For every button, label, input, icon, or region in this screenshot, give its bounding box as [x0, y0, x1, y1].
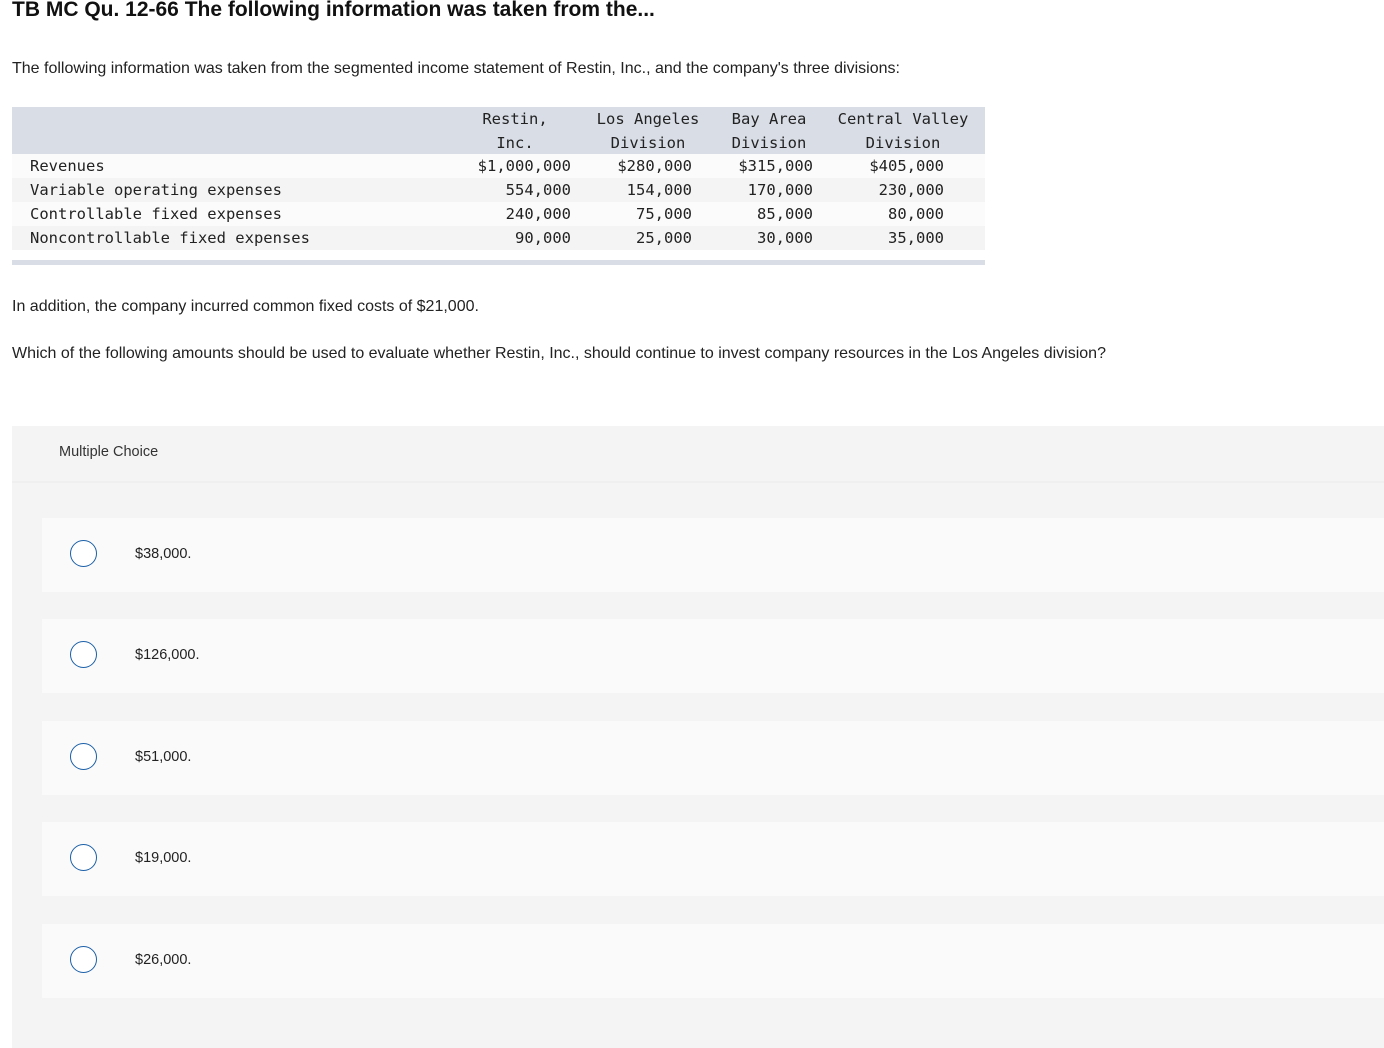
cell-bay-area: 30,000	[757, 229, 813, 247]
cell-central-valley: 230,000	[878, 181, 944, 199]
cell-restin: 240,000	[505, 205, 571, 223]
cell-central-valley: $405,000	[869, 157, 944, 175]
question-text: Which of the following amounts should be…	[12, 345, 1106, 362]
answer-option[interactable]: $26,000.	[42, 924, 1384, 998]
answer-option-label: $38,000.	[135, 546, 192, 562]
cell-central-valley: 35,000	[888, 229, 944, 247]
segmented-income-table: Restin, Inc. Los Angeles Division Bay Ar…	[12, 107, 985, 265]
header-line: Central Valley	[837, 110, 969, 128]
table-row: Variable operating expenses 554,000 154,…	[12, 178, 985, 202]
cell-restin: 554,000	[505, 181, 571, 199]
cell-los-angeles: $280,000	[617, 157, 692, 175]
cell-bay-area: 85,000	[757, 205, 813, 223]
cell-los-angeles: 75,000	[636, 205, 692, 223]
row-label: Revenues	[30, 157, 105, 175]
radio-button[interactable]	[70, 540, 97, 567]
answer-option[interactable]: $126,000.	[42, 619, 1384, 693]
cell-los-angeles: 25,000	[636, 229, 692, 247]
question-title: TB MC Qu. 12-66 The following informatio…	[12, 0, 655, 21]
answer-option-label: $126,000.	[135, 647, 200, 663]
header-los-angeles: Los Angeles Division	[590, 107, 706, 155]
header-line: Los Angeles	[596, 110, 700, 128]
multiple-choice-panel: Multiple Choice $38,000. $126,000. $51,0…	[12, 426, 1384, 1048]
radio-button[interactable]	[70, 844, 97, 871]
answer-option[interactable]: $19,000.	[42, 822, 1384, 896]
table-footer-spacer	[12, 250, 985, 260]
table-row: Controllable fixed expenses 240,000 75,0…	[12, 202, 985, 226]
table-footer-bar	[12, 260, 985, 265]
multiple-choice-label: Multiple Choice	[59, 444, 159, 460]
header-line: Division	[865, 134, 941, 152]
row-label: Noncontrollable fixed expenses	[30, 229, 310, 247]
header-line: Inc.	[496, 134, 534, 152]
header-line: Bay Area	[731, 110, 807, 128]
answer-option-label: $19,000.	[135, 850, 192, 866]
row-label: Variable operating expenses	[30, 181, 282, 199]
header-line: Division	[610, 134, 686, 152]
intro-text: The following information was taken from…	[12, 60, 900, 77]
header-restin: Restin, Inc.	[469, 107, 561, 155]
table-row: Revenues $1,000,000 $280,000 $315,000 $4…	[12, 154, 985, 178]
header-bay-area: Bay Area Division	[724, 107, 814, 155]
radio-button[interactable]	[70, 743, 97, 770]
additional-info-text: In addition, the company incurred common…	[12, 298, 479, 315]
answer-option[interactable]: $51,000.	[42, 721, 1384, 795]
header-line: Division	[731, 134, 807, 152]
radio-button[interactable]	[70, 946, 97, 973]
radio-button[interactable]	[70, 641, 97, 668]
header-central-valley: Central Valley Division	[832, 107, 974, 155]
answer-option-label: $51,000.	[135, 749, 192, 765]
cell-central-valley: 80,000	[888, 205, 944, 223]
divider	[12, 481, 1384, 483]
table-header: Restin, Inc. Los Angeles Division Bay Ar…	[12, 107, 985, 154]
answer-option-label: $26,000.	[135, 952, 192, 968]
cell-restin: $1,000,000	[477, 157, 571, 175]
cell-bay-area: $315,000	[738, 157, 813, 175]
header-line: Restin,	[482, 110, 548, 128]
row-label: Controllable fixed expenses	[30, 205, 282, 223]
cell-los-angeles: 154,000	[626, 181, 692, 199]
answer-option[interactable]: $38,000.	[42, 518, 1384, 592]
cell-bay-area: 170,000	[747, 181, 813, 199]
table-row: Noncontrollable fixed expenses 90,000 25…	[12, 226, 985, 250]
cell-restin: 90,000	[515, 229, 571, 247]
